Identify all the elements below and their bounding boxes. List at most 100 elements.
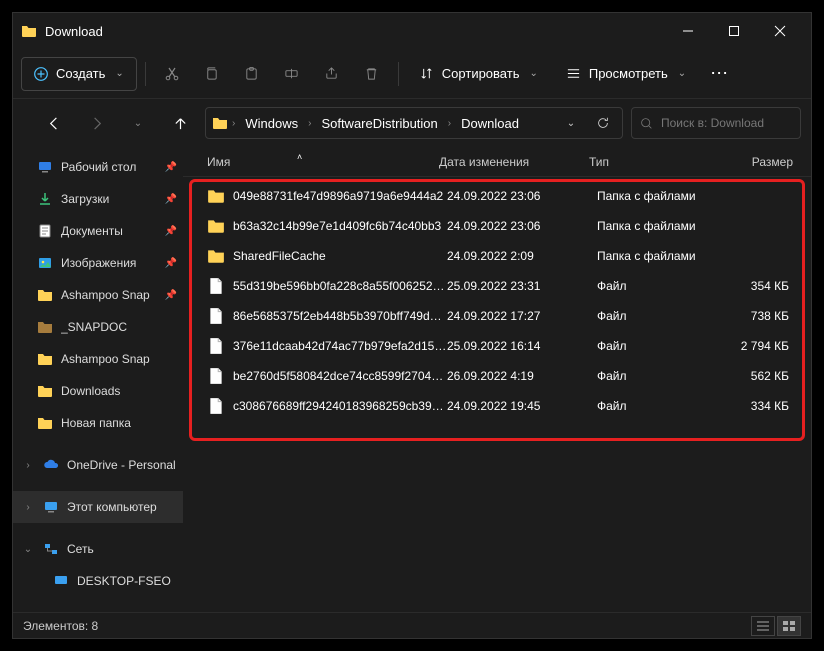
- file-date: 25.09.2022 16:14: [447, 339, 597, 353]
- desktop-icon: [37, 159, 53, 175]
- file-view: Имя˄ Дата изменения Тип Размер 049e88731…: [183, 147, 811, 612]
- chevron-down-icon: ⌄: [21, 544, 35, 555]
- share-button[interactable]: [314, 57, 350, 91]
- folder-icon: [37, 287, 53, 303]
- back-button[interactable]: [37, 106, 71, 140]
- view-list-button[interactable]: [751, 616, 775, 636]
- maximize-button[interactable]: [711, 13, 757, 49]
- file-row[interactable]: 049e88731fe47d9896a9719a6e9444a2 24.09.2…: [197, 181, 811, 211]
- file-row[interactable]: c308676689ff294240183968259cb3933419... …: [197, 391, 811, 421]
- status-bar: Элементов: 8: [13, 612, 811, 638]
- sidebar-label: Документы: [61, 224, 123, 238]
- folder-icon: [37, 351, 53, 367]
- file-type: Файл: [597, 279, 712, 293]
- file-icon: [207, 337, 225, 355]
- sidebar-quick-item[interactable]: Документы 📌: [13, 215, 183, 247]
- folder-icon: [207, 217, 225, 235]
- more-button[interactable]: ⋯: [702, 57, 738, 91]
- column-headers: Имя˄ Дата изменения Тип Размер: [183, 147, 811, 177]
- column-type[interactable]: Тип: [589, 155, 704, 169]
- file-size: 738 КБ: [712, 309, 811, 323]
- column-date[interactable]: Дата изменения: [439, 155, 589, 169]
- sidebar-label: Сеть: [67, 542, 94, 556]
- file-name: b63a32c14b99e7e1d409fc6b74c40bb3: [233, 219, 447, 233]
- view-icon: [566, 66, 581, 81]
- file-list: 049e88731fe47d9896a9719a6e9444a2 24.09.2…: [183, 177, 811, 612]
- minimize-button[interactable]: [665, 13, 711, 49]
- sidebar-onedrive[interactable]: › OneDrive - Personal: [13, 449, 183, 481]
- file-size: 562 КБ: [712, 369, 811, 383]
- folder-icon: [37, 415, 53, 431]
- refresh-button[interactable]: [590, 116, 616, 130]
- delete-button[interactable]: [354, 57, 390, 91]
- sidebar-quick-item[interactable]: Изображения 📌: [13, 247, 183, 279]
- sidebar-quick-item[interactable]: _SNAPDOC: [13, 311, 183, 343]
- breadcrumb-segment[interactable]: Windows: [239, 116, 304, 131]
- sidebar-network[interactable]: ⌄ Сеть: [13, 533, 183, 565]
- recent-button[interactable]: ⌄: [121, 106, 155, 140]
- sidebar-label: Новая папка: [61, 416, 131, 430]
- file-name: 376e11dcaab42d74ac77b979efa2d15e818...: [233, 339, 447, 353]
- copy-button[interactable]: [194, 57, 230, 91]
- sidebar-quick-item[interactable]: Новая папка: [13, 407, 183, 439]
- breadcrumb-dropdown[interactable]: ⌄: [558, 118, 584, 129]
- folder-icon: [212, 115, 228, 131]
- create-button[interactable]: Создать ⌄: [21, 57, 137, 91]
- up-button[interactable]: [163, 106, 197, 140]
- search-input[interactable]: Поиск в: Download: [631, 107, 801, 139]
- file-name: SharedFileCache: [233, 249, 447, 263]
- file-size: 354 КБ: [712, 279, 811, 293]
- file-type: Файл: [597, 369, 712, 383]
- file-row[interactable]: 55d319be596bb0fa228c8a55f006252eb8c5... …: [197, 271, 811, 301]
- forward-button[interactable]: [79, 106, 113, 140]
- breadcrumb-segment[interactable]: SoftwareDistribution: [315, 116, 443, 131]
- breadcrumb[interactable]: › Windows › SoftwareDistribution › Downl…: [205, 107, 623, 139]
- search-placeholder: Поиск в: Download: [661, 116, 764, 130]
- file-row[interactable]: 376e11dcaab42d74ac77b979efa2d15e818... 2…: [197, 331, 811, 361]
- sort-button[interactable]: Сортировать ⌄: [407, 57, 550, 91]
- chevron-right-icon: ›: [232, 118, 235, 129]
- column-size[interactable]: Размер: [704, 155, 811, 169]
- chevron-right-icon: ›: [448, 118, 451, 129]
- pics-icon: [37, 255, 53, 271]
- folder-icon: [37, 383, 53, 399]
- cut-button[interactable]: [154, 57, 190, 91]
- file-icon: [207, 367, 225, 385]
- view-button[interactable]: Просмотреть ⌄: [554, 57, 698, 91]
- close-button[interactable]: [757, 13, 803, 49]
- address-bar: ⌄ › Windows › SoftwareDistribution › Dow…: [13, 99, 811, 147]
- column-name[interactable]: Имя˄: [207, 155, 439, 169]
- create-label: Создать: [56, 66, 105, 81]
- view-details-button[interactable]: [777, 616, 801, 636]
- sidebar-quick-item[interactable]: Загрузки 📌: [13, 183, 183, 215]
- item-count-label: Элементов:: [23, 619, 88, 633]
- breadcrumb-segment[interactable]: Download: [455, 116, 525, 131]
- paste-button[interactable]: [234, 57, 270, 91]
- file-type: Файл: [597, 399, 712, 413]
- file-row[interactable]: be2760d5f580842dce74cc8599f2704254e6... …: [197, 361, 811, 391]
- sidebar-this-pc[interactable]: › Этот компьютер: [13, 491, 183, 523]
- file-name: be2760d5f580842dce74cc8599f2704254e6...: [233, 369, 447, 383]
- file-row[interactable]: SharedFileCache 24.09.2022 2:09 Папка с …: [197, 241, 811, 271]
- rename-button[interactable]: [274, 57, 310, 91]
- sidebar-network-pc[interactable]: DESKTOP-FSEO: [13, 565, 183, 597]
- title-bar: Download: [13, 13, 811, 49]
- sidebar-quick-item[interactable]: Ashampoo Snap: [13, 343, 183, 375]
- sidebar-label: Downloads: [61, 384, 120, 398]
- folder-icon: [207, 247, 225, 265]
- sidebar-quick-item[interactable]: Рабочий стол 📌: [13, 151, 183, 183]
- sidebar-quick-item[interactable]: Downloads: [13, 375, 183, 407]
- separator: [398, 62, 399, 86]
- chevron-down-icon: ⌄: [678, 68, 686, 79]
- file-name: 049e88731fe47d9896a9719a6e9444a2: [233, 189, 447, 203]
- file-type: Папка с файлами: [597, 189, 712, 203]
- file-row[interactable]: 86e5685375f2eb448b5b3970bff749d478cf... …: [197, 301, 811, 331]
- file-date: 24.09.2022 23:06: [447, 219, 597, 233]
- chevron-right-icon: ›: [21, 460, 35, 471]
- folder-icon: [207, 187, 225, 205]
- pin-icon: 📌: [165, 290, 177, 301]
- window-title: Download: [45, 24, 665, 39]
- file-row[interactable]: b63a32c14b99e7e1d409fc6b74c40bb3 24.09.2…: [197, 211, 811, 241]
- sidebar-label: Рабочий стол: [61, 160, 136, 174]
- sidebar-quick-item[interactable]: Ashampoo Snap 📌: [13, 279, 183, 311]
